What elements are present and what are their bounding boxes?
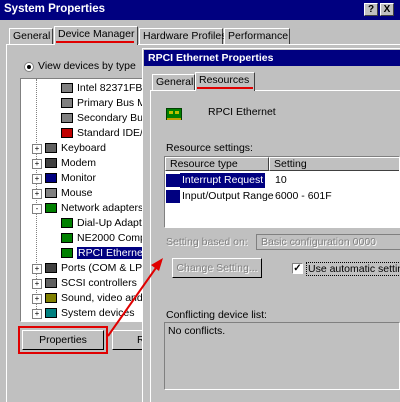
annotation-arrow [107,258,163,337]
